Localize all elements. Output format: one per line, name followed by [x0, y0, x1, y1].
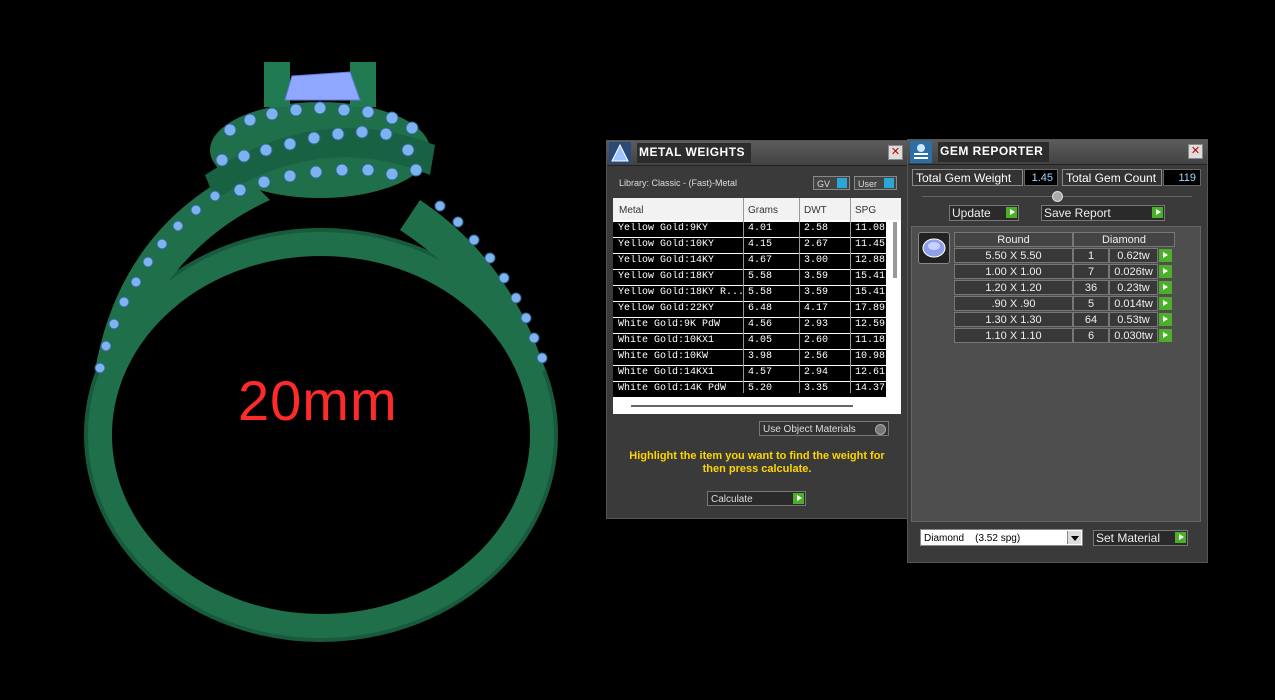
gem-count: 7	[1073, 264, 1109, 279]
gem-weight: 0.030tw	[1109, 328, 1158, 343]
gem-count: 64	[1073, 312, 1109, 327]
table-row[interactable]: Yellow Gold:14KY 4.67 3.00 12.88	[613, 254, 886, 270]
calculate-hint: Highlight the item you want to find the …	[629, 450, 885, 475]
round-gem-icon[interactable]	[918, 232, 950, 264]
table-row[interactable]: White Gold:14KX1 4.57 2.94 12.61	[613, 366, 886, 382]
calculate-label: Calculate	[711, 494, 753, 505]
use-object-materials-toggle[interactable]: Use Object Materials	[759, 421, 889, 436]
gem-size[interactable]: 5.50 X 5.50	[954, 248, 1073, 263]
vertical-scrollbar[interactable]	[893, 222, 897, 278]
table-row[interactable]: White Gold:10KX1 4.05 2.60 11.18	[613, 334, 886, 350]
gem-reporter-titlebar[interactable]: GEM REPORTER ✕	[908, 140, 1207, 165]
ring-render-viewport: 20mm	[0, 0, 600, 695]
col-round: Round	[954, 232, 1073, 247]
set-material-label: Set Material	[1096, 531, 1161, 545]
gem-count: 1	[1073, 248, 1109, 263]
user-toggle-label: User	[858, 179, 878, 189]
gem-row-action-icon[interactable]	[1159, 297, 1172, 310]
library-label: Library: Classic - (Fast)-Metal	[619, 178, 738, 188]
play-arrow-icon	[1175, 532, 1186, 543]
ring-size-label: 20mm	[238, 369, 398, 432]
collapse-handle-icon[interactable]	[1052, 191, 1063, 202]
total-gem-count-label: Total Gem Count	[1062, 169, 1162, 186]
play-arrow-icon	[1006, 207, 1017, 218]
chevron-down-icon	[1067, 531, 1081, 544]
table-row[interactable]: White Gold:14K PdW 5.20 3.35 14.37	[613, 382, 886, 398]
col-grams[interactable]: Grams	[748, 205, 778, 216]
table-row[interactable]: Yellow Gold:10KY 4.15 2.67 11.45	[613, 238, 886, 254]
save-report-label: Save Report	[1044, 206, 1111, 220]
column-divider	[799, 198, 800, 393]
gem-row-action-icon[interactable]	[1159, 281, 1172, 294]
col-spg[interactable]: SPG	[855, 205, 876, 216]
table-row[interactable]: White Gold:9K PdW 4.56 2.93 12.59	[613, 318, 886, 334]
gem-list-area: Round Diamond 5.50 X 5.50 1 0.62tw 1.00 …	[911, 226, 1201, 522]
close-icon[interactable]: ✕	[1188, 144, 1203, 159]
metal-weights-title: METAL WEIGHTS	[637, 143, 752, 163]
total-gem-count-value: 119	[1163, 169, 1201, 186]
gem-weight: 0.23tw	[1109, 280, 1158, 295]
metal-table-header: Metal Grams DWT SPG	[613, 198, 901, 220]
gem-weight: 0.53tw	[1109, 312, 1158, 327]
gem-row-action-icon[interactable]	[1159, 249, 1172, 262]
gem-count: 6	[1073, 328, 1109, 343]
metal-weights-icon	[609, 142, 631, 164]
gv-toggle-label: GV	[817, 179, 831, 189]
gem-row-action-icon[interactable]	[1159, 313, 1172, 326]
gem-size[interactable]: 1.00 X 1.00	[954, 264, 1073, 279]
gem-reporter-panel: GEM REPORTER ✕ Total Gem Weight 1.45 Tot…	[907, 139, 1208, 563]
table-row[interactable]: Yellow Gold:18KY 5.58 3.59 15.41	[613, 270, 886, 286]
update-button[interactable]: Update	[949, 205, 1019, 221]
gem-size[interactable]: 1.30 X 1.30	[954, 312, 1073, 327]
gem-row-action-icon[interactable]	[1159, 265, 1172, 278]
gem-size[interactable]: 1.10 X 1.10	[954, 328, 1073, 343]
total-gem-weight-label: Total Gem Weight	[912, 169, 1023, 186]
gem-weight: 0.014tw	[1109, 296, 1158, 311]
table-row[interactable]: White Gold:10KW 3.98 2.56 10.98	[613, 350, 886, 366]
gem-row-action-icon[interactable]	[1159, 329, 1172, 342]
column-divider	[743, 198, 744, 393]
update-label: Update	[952, 206, 991, 220]
material-select-value: Diamond (3.52 spg)	[924, 533, 1021, 544]
table-row[interactable]: Yellow Gold:9KY 4.01 2.58 11.08	[613, 222, 886, 238]
gem-count: 5	[1073, 296, 1109, 311]
use-object-materials-label: Use Object Materials	[763, 424, 856, 435]
material-select[interactable]: Diamond (3.52 spg)	[920, 529, 1083, 546]
play-arrow-icon	[793, 493, 804, 504]
gem-count: 36	[1073, 280, 1109, 295]
horizontal-scrollbar[interactable]	[631, 405, 853, 407]
table-row[interactable]: Yellow Gold:18KY R... 5.58 3.59 15.41	[613, 286, 886, 302]
gem-weight: 0.026tw	[1109, 264, 1158, 279]
save-report-button[interactable]: Save Report	[1041, 205, 1165, 221]
col-dwt[interactable]: DWT	[804, 205, 827, 216]
metal-weights-titlebar[interactable]: METAL WEIGHTS ✕	[607, 141, 907, 166]
play-arrow-icon	[1152, 207, 1163, 218]
gem-size[interactable]: .90 X .90	[954, 296, 1073, 311]
metal-table[interactable]: Metal Grams DWT SPG Yellow Gold:9KY 4.01 2…	[613, 198, 901, 414]
table-row[interactable]: Yellow Gold:22KY 6.48 4.17 17.89	[613, 302, 886, 318]
user-toggle[interactable]: User	[854, 176, 897, 190]
ring-render-image	[84, 62, 558, 642]
metal-weights-panel: METAL WEIGHTS ✕ Library: Classic - (Fast…	[606, 140, 908, 519]
gem-reporter-title: GEM REPORTER	[938, 142, 1050, 162]
close-icon[interactable]: ✕	[888, 145, 903, 160]
calculate-button[interactable]: Calculate	[707, 491, 806, 506]
col-diamond: Diamond	[1073, 232, 1175, 247]
gem-size[interactable]: 1.20 X 1.20	[954, 280, 1073, 295]
gem-weight: 0.62tw	[1109, 248, 1158, 263]
gv-toggle[interactable]: GV	[813, 176, 850, 190]
radio-icon	[875, 424, 886, 435]
total-gem-weight-value: 1.45	[1024, 169, 1058, 186]
column-divider	[850, 198, 851, 393]
set-material-button[interactable]: Set Material	[1093, 530, 1188, 546]
toggle-knob-icon	[837, 178, 847, 188]
col-metal[interactable]: Metal	[619, 205, 643, 216]
toggle-knob-icon	[884, 178, 894, 188]
gem-reporter-icon	[910, 141, 932, 163]
